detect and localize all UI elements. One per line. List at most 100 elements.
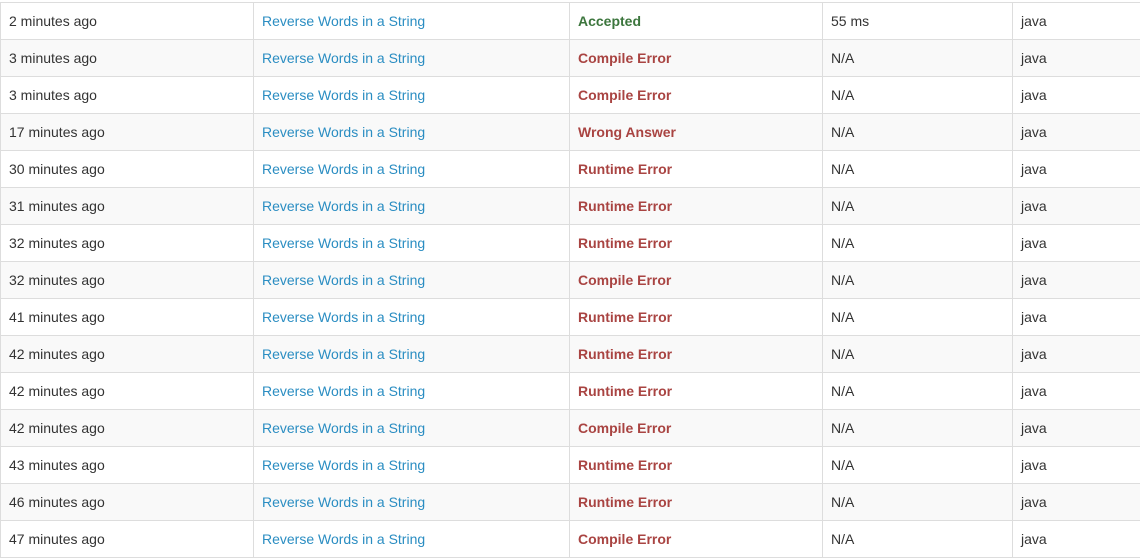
problem-link[interactable]: Reverse Words in a String	[262, 309, 425, 325]
submission-language-text: java	[1021, 124, 1047, 140]
status-link[interactable]: Runtime Error	[578, 346, 672, 362]
status-link[interactable]: Compile Error	[578, 87, 671, 103]
submission-language: java	[1013, 40, 1140, 77]
problem-link[interactable]: Reverse Words in a String	[262, 50, 425, 66]
status-link[interactable]: Compile Error	[578, 272, 671, 288]
table-row: 32 minutes ago Reverse Words in a String…	[1, 225, 1140, 262]
submission-time-text: 3 minutes ago	[9, 87, 97, 103]
submission-time-text: 2 minutes ago	[9, 13, 97, 29]
submission-status: Accepted	[570, 3, 823, 40]
submission-problem: Reverse Words in a String	[254, 40, 570, 77]
submission-time-text: 46 minutes ago	[9, 494, 105, 510]
table-row: 42 minutes ago Reverse Words in a String…	[1, 410, 1140, 447]
submission-problem: Reverse Words in a String	[254, 447, 570, 484]
status-link[interactable]: Runtime Error	[578, 161, 672, 177]
problem-link[interactable]: Reverse Words in a String	[262, 531, 425, 547]
submission-runtime: N/A	[823, 225, 1013, 262]
submission-time-text: 42 minutes ago	[9, 420, 105, 436]
problem-link[interactable]: Reverse Words in a String	[262, 87, 425, 103]
submission-runtime: N/A	[823, 77, 1013, 114]
submission-language-text: java	[1021, 494, 1047, 510]
status-link[interactable]: Runtime Error	[578, 198, 672, 214]
submission-runtime-text: N/A	[831, 272, 854, 288]
submission-problem: Reverse Words in a String	[254, 77, 570, 114]
submission-runtime: N/A	[823, 151, 1013, 188]
submission-status: Runtime Error	[570, 188, 823, 225]
submission-language-text: java	[1021, 457, 1047, 473]
problem-link[interactable]: Reverse Words in a String	[262, 457, 425, 473]
status-link[interactable]: Compile Error	[578, 420, 671, 436]
status-link[interactable]: Wrong Answer	[578, 124, 676, 140]
submission-runtime: N/A	[823, 262, 1013, 299]
submission-time: 42 minutes ago	[1, 336, 254, 373]
submission-runtime: N/A	[823, 484, 1013, 521]
submission-language: java	[1013, 262, 1140, 299]
status-link[interactable]: Runtime Error	[578, 235, 672, 251]
submission-runtime: N/A	[823, 373, 1013, 410]
submission-time-text: 32 minutes ago	[9, 272, 105, 288]
submission-time-text: 47 minutes ago	[9, 531, 105, 547]
submission-language-text: java	[1021, 50, 1047, 66]
status-link[interactable]: Runtime Error	[578, 309, 672, 325]
status-link[interactable]: Runtime Error	[578, 383, 672, 399]
submission-language: java	[1013, 114, 1140, 151]
table-row: 32 minutes ago Reverse Words in a String…	[1, 262, 1140, 299]
submission-language-text: java	[1021, 346, 1047, 362]
submission-language-text: java	[1021, 161, 1047, 177]
submission-time: 42 minutes ago	[1, 410, 254, 447]
submission-language-text: java	[1021, 198, 1047, 214]
problem-link[interactable]: Reverse Words in a String	[262, 272, 425, 288]
problem-link[interactable]: Reverse Words in a String	[262, 124, 425, 140]
problem-link[interactable]: Reverse Words in a String	[262, 494, 425, 510]
problem-link[interactable]: Reverse Words in a String	[262, 383, 425, 399]
submission-time-text: 41 minutes ago	[9, 309, 105, 325]
problem-link[interactable]: Reverse Words in a String	[262, 198, 425, 214]
submission-runtime-text: N/A	[831, 50, 854, 66]
submission-runtime: N/A	[823, 447, 1013, 484]
submission-problem: Reverse Words in a String	[254, 484, 570, 521]
submission-language: java	[1013, 373, 1140, 410]
submission-runtime-text: N/A	[831, 346, 854, 362]
submission-runtime-text: N/A	[831, 494, 854, 510]
submission-problem: Reverse Words in a String	[254, 410, 570, 447]
submission-runtime-text: N/A	[831, 531, 854, 547]
submission-time: 3 minutes ago	[1, 77, 254, 114]
submission-time-text: 43 minutes ago	[9, 457, 105, 473]
submission-language: java	[1013, 410, 1140, 447]
submission-runtime-text: N/A	[831, 235, 854, 251]
submission-problem: Reverse Words in a String	[254, 114, 570, 151]
submission-time: 41 minutes ago	[1, 299, 254, 336]
submission-language-text: java	[1021, 420, 1047, 436]
problem-link[interactable]: Reverse Words in a String	[262, 235, 425, 251]
table-row: 41 minutes ago Reverse Words in a String…	[1, 299, 1140, 336]
submission-status: Runtime Error	[570, 299, 823, 336]
submission-time: 46 minutes ago	[1, 484, 254, 521]
status-link[interactable]: Compile Error	[578, 50, 671, 66]
submission-runtime: 55 ms	[823, 3, 1013, 40]
table-row: 42 minutes ago Reverse Words in a String…	[1, 373, 1140, 410]
submission-runtime-text: 55 ms	[831, 13, 869, 29]
problem-link[interactable]: Reverse Words in a String	[262, 346, 425, 362]
submissions-table: 2 minutes ago Reverse Words in a String …	[0, 2, 1140, 558]
submission-runtime: N/A	[823, 40, 1013, 77]
submission-language: java	[1013, 299, 1140, 336]
submission-status: Compile Error	[570, 262, 823, 299]
submission-problem: Reverse Words in a String	[254, 262, 570, 299]
submission-time-text: 32 minutes ago	[9, 235, 105, 251]
status-link[interactable]: Runtime Error	[578, 494, 672, 510]
submission-language: java	[1013, 484, 1140, 521]
status-link[interactable]: Accepted	[578, 13, 641, 29]
submission-language-text: java	[1021, 235, 1047, 251]
status-link[interactable]: Runtime Error	[578, 457, 672, 473]
submission-time: 2 minutes ago	[1, 3, 254, 40]
submission-time: 17 minutes ago	[1, 114, 254, 151]
status-link[interactable]: Compile Error	[578, 531, 671, 547]
table-row: 17 minutes ago Reverse Words in a String…	[1, 114, 1140, 151]
problem-link[interactable]: Reverse Words in a String	[262, 13, 425, 29]
submission-time: 31 minutes ago	[1, 188, 254, 225]
table-row: 47 minutes ago Reverse Words in a String…	[1, 521, 1140, 558]
submission-runtime-text: N/A	[831, 309, 854, 325]
submission-time-text: 42 minutes ago	[9, 346, 105, 362]
problem-link[interactable]: Reverse Words in a String	[262, 161, 425, 177]
problem-link[interactable]: Reverse Words in a String	[262, 420, 425, 436]
